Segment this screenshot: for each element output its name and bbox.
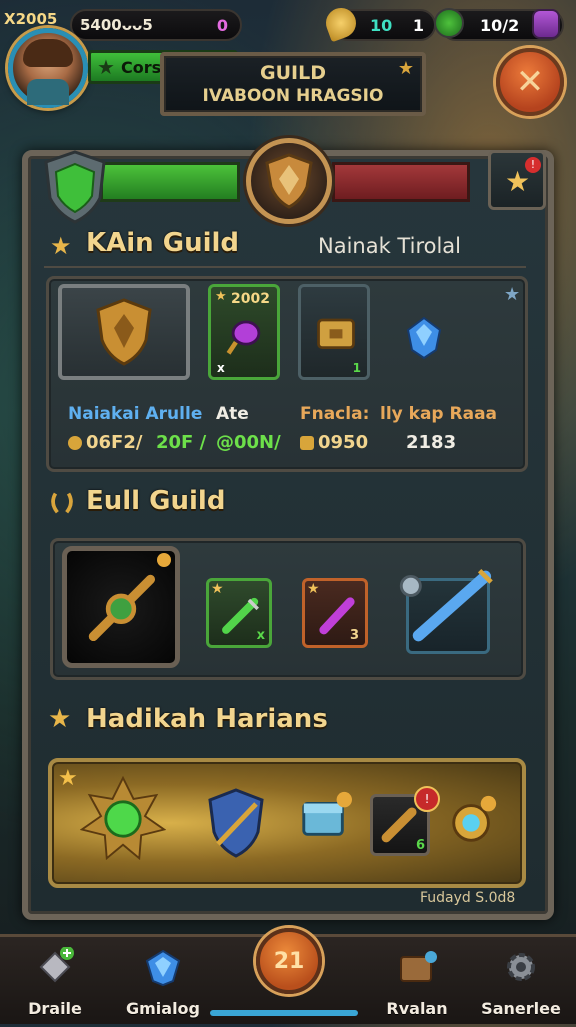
harians-title: Hadikah Harians — [86, 704, 328, 734]
blue-amulet-icon[interactable] — [446, 794, 500, 848]
treasure-box-icon — [317, 318, 355, 350]
chest-small-icon — [300, 436, 314, 450]
guild-emblem[interactable] — [246, 138, 332, 224]
blue-chest-icon[interactable] — [298, 790, 352, 844]
stat-value-3: @00N/ — [216, 432, 281, 453]
stat-value-2: 20F / — [156, 432, 207, 453]
potion-card-count: x — [217, 361, 225, 375]
red-badge-icon: ! — [414, 786, 440, 812]
nav-rvalan[interactable]: Rvalan — [362, 937, 472, 1027]
divider — [44, 266, 526, 268]
main-guild-subtitle: Nainak Tirolal — [318, 234, 462, 258]
full-guild-title: Eull Guild — [86, 486, 226, 516]
diamond-plus-icon — [39, 947, 74, 983]
nav-gmialog[interactable]: Gmialog — [108, 937, 218, 1027]
banner-line2: IVABOON HRAGSIO — [202, 86, 384, 106]
chest-card-count: 1 — [352, 361, 361, 375]
center-button-label: 21 — [273, 948, 305, 974]
card-star-icon: ★ — [215, 289, 227, 304]
potion-card[interactable]: 2002 ★ x — [208, 284, 280, 380]
close-button[interactable]: ✕ — [496, 48, 564, 116]
green-crystal-card[interactable]: ★ x — [206, 578, 272, 648]
player-avatar[interactable] — [8, 28, 88, 108]
progress-green — [100, 162, 240, 202]
coin-counter[interactable]: 5400ᴗᴗ5 0 — [70, 9, 242, 41]
stat-label-2: Ate — [216, 404, 249, 424]
main-guild-title: KAin Guild — [86, 228, 240, 258]
stat-label-1: Naiakai Arulle — [68, 404, 203, 424]
stat-value-1: 06F2/ — [68, 432, 142, 453]
potion-card-value: 2002 — [231, 291, 270, 307]
nav-draile[interactable]: Draile — [0, 937, 110, 1027]
purple-card-count: 3 — [349, 628, 359, 643]
coin-value: 5400ᴗᴗ5 — [80, 16, 153, 34]
top-resource-bar: X2005 5400ᴗᴗ5 0 10 1 10/2 — [0, 0, 576, 48]
blue-gem-icon — [145, 949, 181, 987]
blue-shield-icon[interactable] — [206, 788, 266, 858]
laurel-icon — [51, 492, 73, 514]
star-icon: ★ — [97, 55, 115, 79]
gear-icon — [507, 953, 535, 981]
blue-sword-card[interactable] — [399, 568, 493, 654]
coin-icon — [68, 436, 82, 450]
blue-sword-icon — [399, 568, 493, 642]
section-star-icon: ★ — [50, 232, 72, 260]
golden-sword-icon — [88, 574, 156, 642]
active-tab-indicator — [210, 1010, 358, 1016]
gold-shield-icon — [96, 298, 152, 366]
favorite-button[interactable]: ★ ! — [488, 150, 546, 210]
purple-potion-icon — [226, 320, 261, 355]
player-id: X2005 — [4, 10, 58, 28]
stat-value-4: 0950 — [300, 432, 368, 453]
banner-star-icon: ★ — [397, 58, 414, 79]
leaf-icon — [434, 8, 464, 38]
gauntlet-count: 6 — [415, 838, 425, 853]
nav-label: Rvalan — [386, 999, 448, 1018]
stat-value-5: 2183 — [406, 432, 457, 453]
gem-value: 0 — [216, 15, 228, 35]
key-value: 1 — [412, 15, 424, 35]
green-orb-emblem-icon[interactable] — [80, 776, 166, 862]
energy-value: 10 — [370, 15, 393, 35]
green-card-count: x — [256, 628, 265, 643]
close-icon: ✕ — [515, 62, 545, 102]
shield-green-icon[interactable] — [42, 150, 108, 224]
guild-crest-icon — [265, 153, 313, 209]
orange-dot-icon — [157, 553, 171, 567]
harians-footer: Fudayd S.0d8 — [420, 890, 516, 906]
blue-crystal-icon[interactable] — [404, 316, 444, 360]
center-action-button[interactable]: 21 — [256, 928, 322, 994]
purple-gem-icon[interactable] — [532, 9, 560, 39]
panel-star-icon: ★ — [504, 284, 521, 305]
banner-line1: GUILD — [260, 62, 326, 84]
notification-badge: ! — [525, 157, 541, 173]
guild-shield-card[interactable] — [58, 284, 190, 380]
section-star-icon: ★ — [48, 704, 72, 734]
guild-title-banner: GUILD IVABOON HRAGSIO ★ — [160, 52, 426, 116]
slot-value: 10/2 — [480, 15, 520, 35]
scroll-map-icon — [400, 951, 437, 982]
chest-card[interactable]: 1 — [298, 284, 370, 380]
nav-label: Gmialog — [125, 999, 200, 1018]
stat-label-3: Fnacla: — [300, 404, 370, 424]
weapon-slot-card[interactable] — [62, 546, 180, 668]
nav-label: Draile — [28, 999, 82, 1018]
stat-label-4: lly kap Raaa — [380, 404, 498, 424]
purple-crystal-card[interactable]: ★ 3 — [302, 578, 368, 648]
nav-label: Sanerlee — [481, 999, 561, 1018]
nav-sanerlee[interactable]: Sanerlee — [466, 937, 576, 1027]
progress-red — [332, 162, 470, 202]
panel-star-icon: ★ — [58, 766, 78, 791]
